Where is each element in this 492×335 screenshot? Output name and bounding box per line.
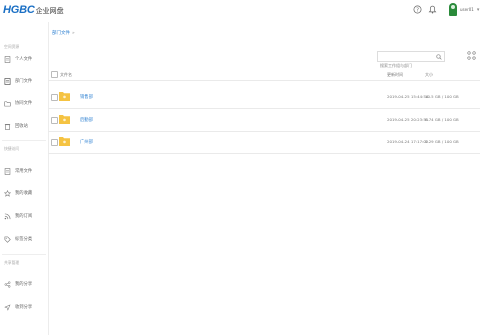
- breadcrumb-item[interactable]: 部门文件: [52, 31, 70, 36]
- sidebar-item-recycle-bin[interactable]: 回收站: [4, 122, 28, 130]
- breadcrumb-separator: »: [72, 31, 75, 36]
- sidebar-item-collab-files[interactable]: 协同文件: [4, 99, 32, 107]
- file-updated-time: 2019-04-24 17:17:02: [387, 139, 429, 144]
- table-row[interactable]: 销售部 2019-04-25 15:44:54 10.5 GB / 100 GB: [48, 86, 480, 109]
- file-size: 5.29 GB / 100 GB: [425, 139, 459, 144]
- sidebar-item-label: 常用文件: [15, 169, 33, 174]
- column-header-size[interactable]: 大小: [425, 72, 433, 78]
- file-size: 10.5 GB / 100 GB: [425, 94, 459, 99]
- divider: [2, 140, 46, 141]
- sidebar-item-label: 收到分享: [15, 305, 33, 310]
- sidebar-section-title: 共享管理: [4, 260, 20, 265]
- sidebar-item-label: 我的订阅: [15, 214, 33, 219]
- sidebar-item-label: 我的收藏: [15, 191, 33, 196]
- folder-icon: [59, 92, 70, 101]
- row-checkbox[interactable]: [51, 94, 58, 101]
- column-header-time[interactable]: 更新时间: [387, 72, 403, 78]
- row-checkbox[interactable]: [51, 117, 58, 124]
- sidebar-item-frequent[interactable]: 常用文件: [4, 167, 32, 175]
- folder-icon: [59, 115, 70, 124]
- tag-icon: [4, 236, 11, 243]
- file-icon: [4, 55, 11, 63]
- file-name-link[interactable]: 广州部: [80, 139, 93, 145]
- sidebar-item-favorites[interactable]: 我的收藏: [4, 189, 32, 197]
- table-header: 文件名 更新时间 大小: [48, 68, 480, 81]
- svg-text:?: ?: [416, 7, 419, 13]
- sidebar-section-title: 快捷访问: [4, 146, 20, 151]
- divider: [2, 254, 46, 255]
- user-menu[interactable]: user01 ▾: [449, 3, 479, 16]
- row-checkbox[interactable]: [51, 139, 58, 146]
- file-updated-time: 2019-04-25 20:23:51: [387, 117, 429, 122]
- user-name: user01: [460, 7, 474, 12]
- sidebar-section-title: 空间资源: [4, 44, 20, 49]
- folder-share-icon: [4, 100, 11, 106]
- receive-share-icon: [4, 304, 11, 311]
- file-name-link[interactable]: 销售部: [80, 94, 93, 100]
- top-bar: HGBC 企业网盘 ? user01 ▾: [0, 0, 492, 22]
- sidebar-item-tags[interactable]: 标签分类: [4, 235, 32, 243]
- sidebar-item-label: 部门文件: [15, 79, 33, 84]
- rss-icon: [4, 213, 11, 219]
- sidebar-item-label: 标签分类: [15, 237, 33, 242]
- breadcrumb: 部门文件»: [52, 30, 75, 36]
- folder-icon: [59, 137, 70, 146]
- column-header-name[interactable]: 文件名: [60, 72, 72, 78]
- select-all-checkbox[interactable]: [51, 71, 58, 78]
- app-logo[interactable]: HGBC 企业网盘: [3, 4, 64, 16]
- document-icon: [4, 167, 11, 175]
- sidebar-item-label: 回收站: [15, 124, 28, 129]
- table-row[interactable]: 广州部 2019-04-24 17:17:02 5.29 GB / 100 GB: [48, 131, 480, 154]
- sidebar-item-label: 个人文件: [15, 57, 33, 62]
- star-icon: [4, 189, 11, 197]
- file-size: 8.74 GB / 100 GB: [425, 117, 459, 122]
- sidebar-item-label: 我的分享: [15, 282, 33, 287]
- file-updated-time: 2019-04-25 15:44:54: [387, 94, 429, 99]
- share-icon: [4, 280, 11, 288]
- search-box: [377, 51, 445, 70]
- sidebar-item-personal-files[interactable]: 个人文件: [4, 55, 32, 63]
- avatar: [449, 3, 457, 16]
- grid-view-icon[interactable]: [467, 51, 476, 60]
- help-icon[interactable]: ?: [413, 5, 422, 14]
- sidebar-item-subscriptions[interactable]: 我的订阅: [4, 212, 32, 220]
- file-name-link[interactable]: 后勤部: [80, 117, 93, 123]
- sidebar-item-department-files[interactable]: 部门文件: [4, 77, 32, 85]
- trash-icon: [4, 123, 11, 130]
- app-name: 企业网盘: [35, 6, 64, 15]
- brand-name: HGBC: [3, 4, 35, 16]
- bell-icon[interactable]: [428, 5, 437, 14]
- sidebar-item-received-shares[interactable]: 收到分享: [4, 303, 32, 311]
- sidebar-item-label: 协同文件: [15, 101, 33, 106]
- document-stack-icon: [4, 77, 11, 85]
- search-icon[interactable]: [436, 54, 442, 60]
- chevron-down-icon: ▾: [476, 6, 480, 13]
- sidebar-item-my-shares[interactable]: 我的分享: [4, 280, 32, 288]
- sidebar: 空间资源 个人文件 部门文件 协同文件 回收站 快捷访问 常用文件 我的收藏 我…: [0, 22, 49, 335]
- table-row[interactable]: 后勤部 2019-04-25 20:23:51 8.74 GB / 100 GB: [48, 109, 480, 132]
